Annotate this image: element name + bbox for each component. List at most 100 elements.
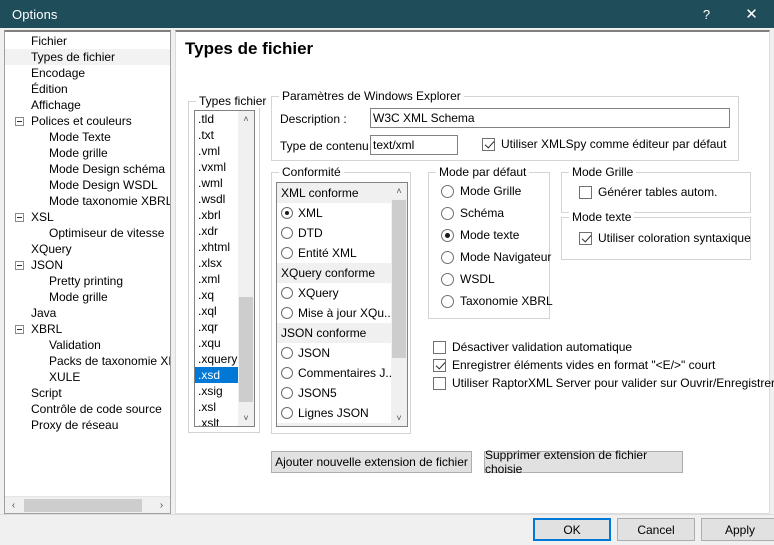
sidebar-item[interactable]: Mode taxonomie XBRL xyxy=(5,193,170,209)
sidebar-item[interactable]: Contrôle de code source xyxy=(5,401,170,417)
default-mode-radio[interactable]: Mode Navigateur xyxy=(441,250,551,264)
misc-option-checkbox[interactable]: Désactiver validation automatique xyxy=(433,340,763,354)
sidebar-item[interactable]: JSON xyxy=(5,257,170,273)
scroll-down-icon[interactable]: ˅ xyxy=(238,410,254,426)
conformity-radio-item[interactable]: Mise à jour XQu... xyxy=(277,303,393,323)
file-type-item[interactable]: .tld xyxy=(195,111,239,127)
file-type-item[interactable]: .xdr xyxy=(195,223,239,239)
conformity-items[interactable]: XML conformeXMLDTDEntité XMLXQuery confo… xyxy=(277,183,393,427)
file-type-item[interactable]: .wml xyxy=(195,175,239,191)
conformity-radio-item[interactable]: Commentaires J... xyxy=(277,363,393,383)
sidebar-item[interactable]: Affichage xyxy=(5,97,170,113)
scroll-down-icon[interactable]: ˅ xyxy=(391,410,407,426)
file-type-item[interactable]: .xsl xyxy=(195,399,239,415)
sidebar-item[interactable]: XBRL xyxy=(5,321,170,337)
sidebar-item[interactable]: Mode grille xyxy=(5,289,170,305)
default-editor-checkbox[interactable]: Utiliser XMLSpy comme éditeur par défaut xyxy=(482,137,726,151)
file-type-item[interactable]: .xq xyxy=(195,287,239,303)
add-file-extension-button[interactable]: Ajouter nouvelle extension de fichier xyxy=(271,451,472,473)
content-type-input[interactable]: text/xml xyxy=(370,135,458,155)
sidebar-item[interactable]: Optimiseur de vitesse xyxy=(5,225,170,241)
file-type-item[interactable]: .wsdl xyxy=(195,191,239,207)
file-type-item[interactable]: .xhtml xyxy=(195,239,239,255)
conformity-radio-item[interactable]: XQuery xyxy=(277,283,393,303)
sidebar-item[interactable]: Mode grille xyxy=(5,145,170,161)
default-mode-radio[interactable]: Taxonomie XBRL xyxy=(441,294,553,308)
ok-button[interactable]: OK xyxy=(533,518,611,541)
conformity-radio-item[interactable]: JSON xyxy=(277,343,393,363)
file-types-scrollbar[interactable]: ˄ ˅ xyxy=(238,111,254,426)
file-types-listbox[interactable]: .tld.txt.vml.vxml.wml.wsdl.xbrl.xdr.xhtm… xyxy=(194,110,255,427)
sidebar-item[interactable]: XQuery xyxy=(5,241,170,257)
misc-option-checkbox[interactable]: Utiliser RaptorXML Server pour valider s… xyxy=(433,376,763,390)
tree-horizontal-scrollbar[interactable]: ‹ › xyxy=(5,496,170,513)
conformity-listbox[interactable]: XML conformeXMLDTDEntité XMLXQuery confo… xyxy=(276,182,408,427)
sidebar-item[interactable]: Pretty printing xyxy=(5,273,170,289)
close-icon[interactable]: ✕ xyxy=(729,0,774,28)
scroll-left-icon[interactable]: ‹ xyxy=(5,497,22,514)
file-type-item[interactable]: .xml xyxy=(195,271,239,287)
checkbox-box xyxy=(482,138,495,151)
conformity-radio-item[interactable]: JSON5 xyxy=(277,383,393,403)
sidebar-item[interactable]: Validation xyxy=(5,337,170,353)
conformity-radio-item[interactable]: DTD xyxy=(277,223,393,243)
apply-button[interactable]: Apply xyxy=(701,518,774,541)
scroll-right-icon[interactable]: › xyxy=(153,497,170,514)
sidebar-item[interactable]: Java xyxy=(5,305,170,321)
file-type-item[interactable]: .xquery xyxy=(195,351,239,367)
collapse-icon[interactable] xyxy=(15,117,24,126)
sidebar-item[interactable]: XULE xyxy=(5,369,170,385)
misc-option-checkbox[interactable]: Enregistrer éléments vides en format "<E… xyxy=(433,358,763,372)
collapse-icon[interactable] xyxy=(15,261,24,270)
sidebar-item[interactable]: Mode Texte xyxy=(5,129,170,145)
file-types-scroll-thumb[interactable] xyxy=(239,297,253,402)
sidebar-item[interactable]: Script xyxy=(5,385,170,401)
default-mode-radio[interactable]: WSDL xyxy=(441,272,495,286)
auto-tables-checkbox[interactable]: Générer tables autom. xyxy=(579,185,717,199)
cancel-button[interactable]: Cancel xyxy=(617,518,695,541)
collapse-icon[interactable] xyxy=(15,213,24,222)
file-type-item[interactable]: .xqr xyxy=(195,319,239,335)
sidebar-item[interactable]: Types de fichier xyxy=(5,49,170,65)
conformity-radio-item[interactable]: XML xyxy=(277,203,393,223)
sidebar-item[interactable]: Édition xyxy=(5,81,170,97)
conformity-scroll-thumb[interactable] xyxy=(392,200,406,358)
conformity-radio-item[interactable]: Entité XML xyxy=(277,243,393,263)
file-type-item[interactable]: .vxml xyxy=(195,159,239,175)
sidebar-item[interactable]: Encodage xyxy=(5,65,170,81)
sidebar-item[interactable]: Packs de taxonomie XE xyxy=(5,353,170,369)
sidebar-item[interactable]: Polices et couleurs xyxy=(5,113,170,129)
sidebar-item[interactable]: Mode Design WSDL xyxy=(5,177,170,193)
default-mode-radio[interactable]: Mode Grille xyxy=(441,184,521,198)
sidebar-item[interactable]: Mode Design schéma xyxy=(5,161,170,177)
delete-file-extension-button[interactable]: Supprimer extension de fichier choisie xyxy=(484,451,683,473)
conformity-scrollbar[interactable]: ˄ ˅ xyxy=(391,183,407,426)
file-type-item[interactable]: .xql xyxy=(195,303,239,319)
help-icon[interactable]: ? xyxy=(684,0,729,28)
misc-options-list[interactable]: Désactiver validation automatique Enregis… xyxy=(433,340,763,394)
file-type-item[interactable]: .vml xyxy=(195,143,239,159)
default-mode-radio[interactable]: Schéma xyxy=(441,206,504,220)
file-type-item[interactable]: .xsig xyxy=(195,383,239,399)
options-category-tree[interactable]: FichierTypes de fichierEncodageÉditionAf… xyxy=(4,30,171,514)
scroll-up-icon[interactable]: ˄ xyxy=(238,111,254,127)
scroll-up-icon[interactable]: ˄ xyxy=(391,183,407,199)
sidebar-item[interactable]: Proxy de réseau xyxy=(5,417,170,433)
description-input[interactable]: W3C XML Schema xyxy=(370,108,730,128)
tree-scroll-thumb[interactable] xyxy=(24,499,142,512)
tree-scroll-track[interactable] xyxy=(22,497,153,514)
file-type-item[interactable]: .xslt xyxy=(195,415,239,427)
file-type-item[interactable]: .xbrl xyxy=(195,207,239,223)
file-type-item[interactable]: .xsd xyxy=(195,367,239,383)
file-type-item[interactable]: .xqu xyxy=(195,335,239,351)
file-type-item[interactable]: .txt xyxy=(195,127,239,143)
sidebar-item[interactable]: Fichier xyxy=(5,33,170,49)
sidebar-item[interactable]: XSL xyxy=(5,209,170,225)
tree-list[interactable]: FichierTypes de fichierEncodageÉditionAf… xyxy=(5,33,170,489)
default-mode-radio[interactable]: Mode texte xyxy=(441,228,519,242)
file-type-item[interactable]: .xlsx xyxy=(195,255,239,271)
conformity-radio-item[interactable]: Lignes JSON xyxy=(277,403,393,423)
collapse-icon[interactable] xyxy=(15,325,24,334)
file-types-items[interactable]: .tld.txt.vml.vxml.wml.wsdl.xbrl.xdr.xhtm… xyxy=(195,111,239,426)
syntax-coloring-checkbox[interactable]: Utiliser coloration syntaxique xyxy=(579,231,751,245)
